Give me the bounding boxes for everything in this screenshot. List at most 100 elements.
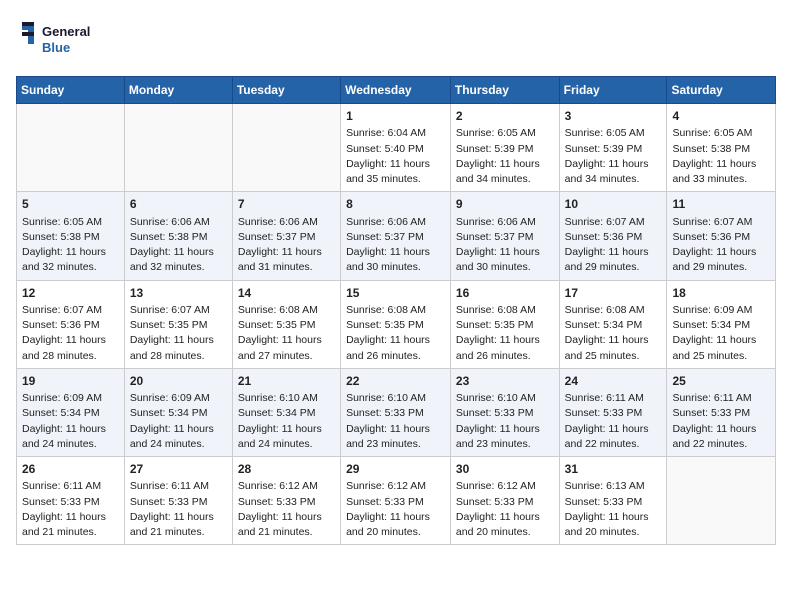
day-number: 12 bbox=[22, 285, 119, 302]
day-info-line: Sunset: 5:34 PM bbox=[238, 406, 335, 421]
calendar-week-3: 12Sunrise: 6:07 AMSunset: 5:36 PMDayligh… bbox=[17, 280, 776, 368]
calendar-week-4: 19Sunrise: 6:09 AMSunset: 5:34 PMDayligh… bbox=[17, 368, 776, 456]
days-header-row: SundayMondayTuesdayWednesdayThursdayFrid… bbox=[17, 77, 776, 104]
day-header-saturday: Saturday bbox=[667, 77, 776, 104]
day-info-line: Sunrise: 6:07 AM bbox=[22, 303, 119, 318]
calendar-cell: 23Sunrise: 6:10 AMSunset: 5:33 PMDayligh… bbox=[450, 368, 559, 456]
page-header: General Blue bbox=[16, 16, 776, 64]
day-number: 26 bbox=[22, 461, 119, 478]
day-info-line: Daylight: 11 hours and 32 minutes. bbox=[22, 245, 119, 275]
day-info-line: Sunrise: 6:12 AM bbox=[238, 479, 335, 494]
day-info-line: Sunset: 5:33 PM bbox=[456, 406, 554, 421]
day-info-line: Sunset: 5:35 PM bbox=[456, 318, 554, 333]
calendar-cell bbox=[124, 104, 232, 192]
day-info-line: Sunrise: 6:06 AM bbox=[238, 215, 335, 230]
calendar-cell: 16Sunrise: 6:08 AMSunset: 5:35 PMDayligh… bbox=[450, 280, 559, 368]
day-header-thursday: Thursday bbox=[450, 77, 559, 104]
day-info-line: Sunset: 5:38 PM bbox=[130, 230, 227, 245]
day-info-line: Sunset: 5:33 PM bbox=[565, 495, 662, 510]
day-number: 13 bbox=[130, 285, 227, 302]
day-info-line: Daylight: 11 hours and 25 minutes. bbox=[565, 333, 662, 363]
day-info-line: Sunrise: 6:08 AM bbox=[346, 303, 445, 318]
day-info-line: Sunrise: 6:12 AM bbox=[456, 479, 554, 494]
day-info-line: Sunrise: 6:12 AM bbox=[346, 479, 445, 494]
day-info-line: Daylight: 11 hours and 34 minutes. bbox=[456, 157, 554, 187]
day-info-line: Daylight: 11 hours and 20 minutes. bbox=[346, 510, 445, 540]
day-info-line: Sunrise: 6:05 AM bbox=[565, 126, 662, 141]
day-info-line: Daylight: 11 hours and 29 minutes. bbox=[565, 245, 662, 275]
day-info-line: Sunrise: 6:04 AM bbox=[346, 126, 445, 141]
day-info-line: Sunset: 5:33 PM bbox=[346, 406, 445, 421]
day-number: 28 bbox=[238, 461, 335, 478]
calendar-cell bbox=[667, 457, 776, 545]
day-info-line: Daylight: 11 hours and 28 minutes. bbox=[22, 333, 119, 363]
day-info-line: Sunset: 5:37 PM bbox=[238, 230, 335, 245]
day-info-line: Sunset: 5:36 PM bbox=[22, 318, 119, 333]
calendar-cell: 8Sunrise: 6:06 AMSunset: 5:37 PMDaylight… bbox=[341, 192, 451, 280]
svg-text:Blue: Blue bbox=[42, 40, 70, 55]
day-number: 31 bbox=[565, 461, 662, 478]
day-info-line: Sunset: 5:33 PM bbox=[22, 495, 119, 510]
day-number: 6 bbox=[130, 196, 227, 213]
day-number: 21 bbox=[238, 373, 335, 390]
day-info-line: Daylight: 11 hours and 29 minutes. bbox=[672, 245, 770, 275]
day-info-line: Sunrise: 6:09 AM bbox=[22, 391, 119, 406]
day-number: 17 bbox=[565, 285, 662, 302]
day-info-line: Daylight: 11 hours and 24 minutes. bbox=[22, 422, 119, 452]
day-number: 18 bbox=[672, 285, 770, 302]
day-header-sunday: Sunday bbox=[17, 77, 125, 104]
calendar-cell bbox=[232, 104, 340, 192]
day-info-line: Daylight: 11 hours and 28 minutes. bbox=[130, 333, 227, 363]
calendar-cell: 10Sunrise: 6:07 AMSunset: 5:36 PMDayligh… bbox=[559, 192, 667, 280]
day-info-line: Daylight: 11 hours and 34 minutes. bbox=[565, 157, 662, 187]
logo: General Blue bbox=[16, 16, 96, 64]
day-info-line: Daylight: 11 hours and 24 minutes. bbox=[238, 422, 335, 452]
day-number: 3 bbox=[565, 108, 662, 125]
calendar-cell: 13Sunrise: 6:07 AMSunset: 5:35 PMDayligh… bbox=[124, 280, 232, 368]
calendar-week-5: 26Sunrise: 6:11 AMSunset: 5:33 PMDayligh… bbox=[17, 457, 776, 545]
day-info-line: Daylight: 11 hours and 21 minutes. bbox=[130, 510, 227, 540]
day-info-line: Daylight: 11 hours and 26 minutes. bbox=[346, 333, 445, 363]
day-number: 15 bbox=[346, 285, 445, 302]
day-info-line: Daylight: 11 hours and 21 minutes. bbox=[238, 510, 335, 540]
day-number: 14 bbox=[238, 285, 335, 302]
day-info-line: Sunrise: 6:09 AM bbox=[130, 391, 227, 406]
day-number: 2 bbox=[456, 108, 554, 125]
day-number: 24 bbox=[565, 373, 662, 390]
day-info-line: Daylight: 11 hours and 33 minutes. bbox=[672, 157, 770, 187]
calendar-cell: 19Sunrise: 6:09 AMSunset: 5:34 PMDayligh… bbox=[17, 368, 125, 456]
day-header-tuesday: Tuesday bbox=[232, 77, 340, 104]
day-info-line: Sunset: 5:33 PM bbox=[456, 495, 554, 510]
day-info-line: Daylight: 11 hours and 31 minutes. bbox=[238, 245, 335, 275]
day-info-line: Sunset: 5:37 PM bbox=[456, 230, 554, 245]
calendar-cell: 24Sunrise: 6:11 AMSunset: 5:33 PMDayligh… bbox=[559, 368, 667, 456]
calendar-cell: 15Sunrise: 6:08 AMSunset: 5:35 PMDayligh… bbox=[341, 280, 451, 368]
day-info-line: Sunset: 5:34 PM bbox=[22, 406, 119, 421]
day-info-line: Daylight: 11 hours and 32 minutes. bbox=[130, 245, 227, 275]
day-info-line: Sunrise: 6:10 AM bbox=[346, 391, 445, 406]
calendar-cell: 2Sunrise: 6:05 AMSunset: 5:39 PMDaylight… bbox=[450, 104, 559, 192]
day-info-line: Sunrise: 6:09 AM bbox=[672, 303, 770, 318]
day-number: 1 bbox=[346, 108, 445, 125]
day-header-friday: Friday bbox=[559, 77, 667, 104]
calendar-cell: 28Sunrise: 6:12 AMSunset: 5:33 PMDayligh… bbox=[232, 457, 340, 545]
calendar-cell: 14Sunrise: 6:08 AMSunset: 5:35 PMDayligh… bbox=[232, 280, 340, 368]
logo-svg: General Blue bbox=[16, 16, 96, 64]
svg-text:General: General bbox=[42, 24, 90, 39]
calendar-cell: 20Sunrise: 6:09 AMSunset: 5:34 PMDayligh… bbox=[124, 368, 232, 456]
calendar-cell: 3Sunrise: 6:05 AMSunset: 5:39 PMDaylight… bbox=[559, 104, 667, 192]
calendar-cell: 12Sunrise: 6:07 AMSunset: 5:36 PMDayligh… bbox=[17, 280, 125, 368]
day-info-line: Daylight: 11 hours and 25 minutes. bbox=[672, 333, 770, 363]
day-info-line: Sunrise: 6:08 AM bbox=[238, 303, 335, 318]
day-number: 30 bbox=[456, 461, 554, 478]
day-number: 20 bbox=[130, 373, 227, 390]
day-number: 11 bbox=[672, 196, 770, 213]
day-number: 22 bbox=[346, 373, 445, 390]
day-info-line: Sunrise: 6:07 AM bbox=[130, 303, 227, 318]
day-info-line: Daylight: 11 hours and 23 minutes. bbox=[456, 422, 554, 452]
calendar-week-2: 5Sunrise: 6:05 AMSunset: 5:38 PMDaylight… bbox=[17, 192, 776, 280]
day-info-line: Sunrise: 6:05 AM bbox=[672, 126, 770, 141]
day-info-line: Sunset: 5:38 PM bbox=[672, 142, 770, 157]
calendar-cell: 18Sunrise: 6:09 AMSunset: 5:34 PMDayligh… bbox=[667, 280, 776, 368]
day-info-line: Sunset: 5:34 PM bbox=[565, 318, 662, 333]
